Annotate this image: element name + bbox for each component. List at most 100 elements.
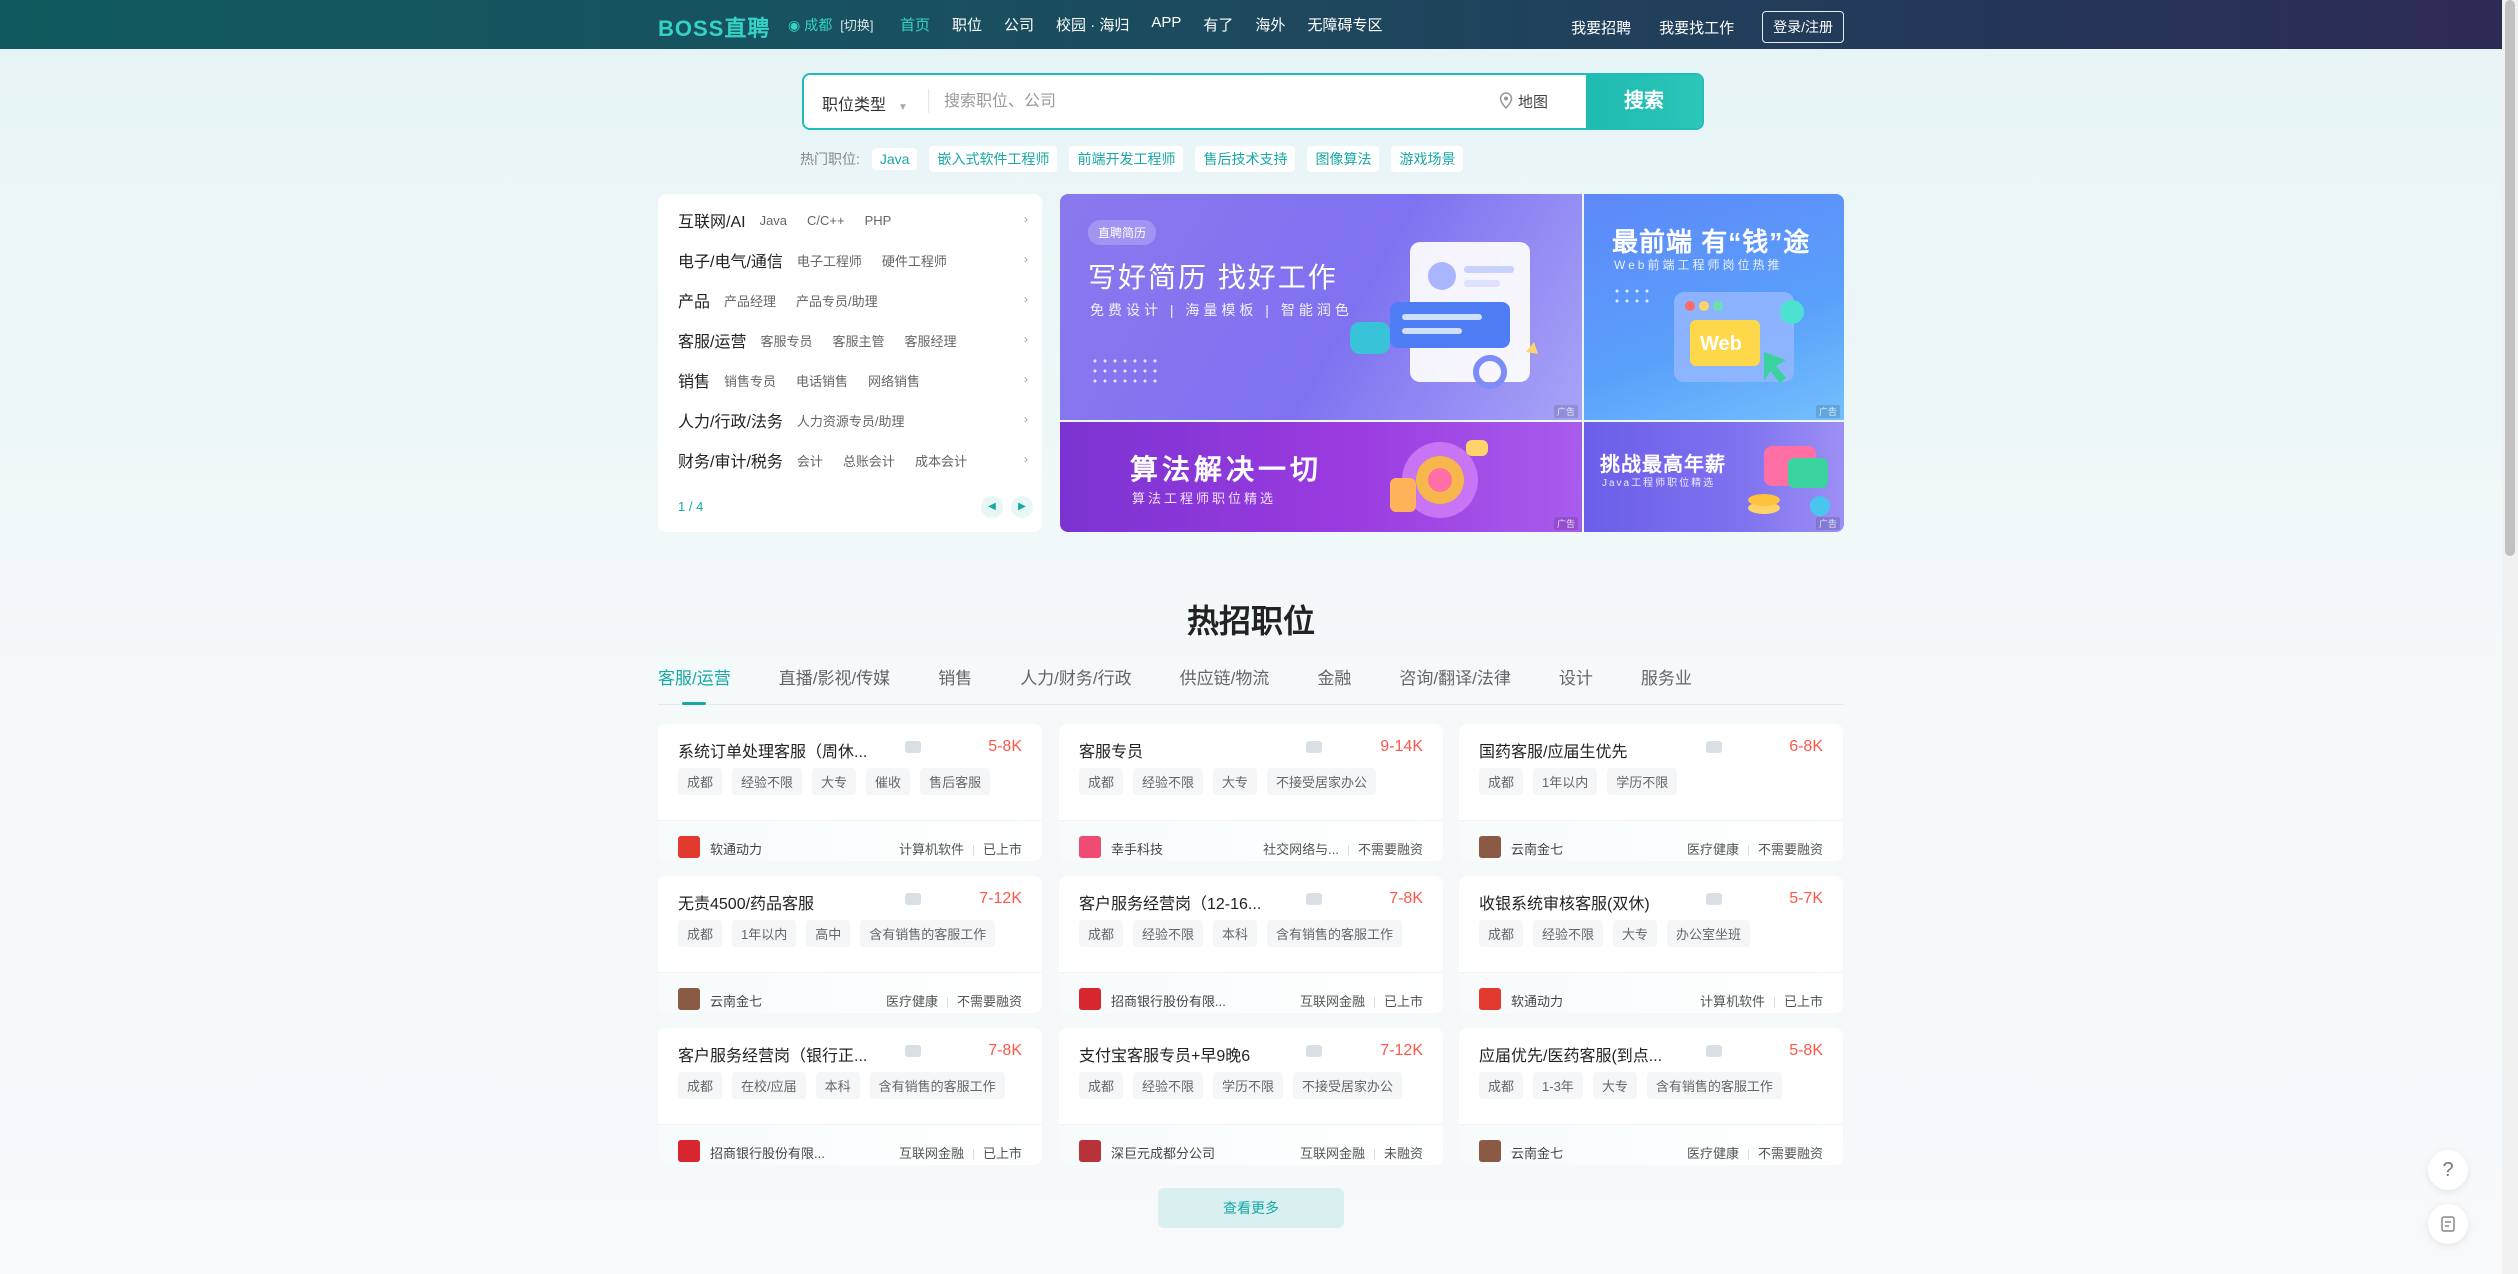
job-card[interactable]: 收银系统审核客服(双休) 5-7K 成都 经验不限 大专 办公室坐班 软通动力 计算机软件 已上… [1459,876,1843,1013]
job-card[interactable]: 支付宝客服专员+早9晚6 7-12K 成都 经验不限 学历不限 不接受居家办公 深巨元成都分… [1059,1028,1443,1165]
company-name[interactable]: 软通动力 [710,839,762,858]
category-row-hr[interactable]: 人力/行政/法务 人力资源专员/助理 › [678,408,1028,432]
nav-link-app[interactable]: APP [1151,14,1181,35]
map-button[interactable]: 地图 [1498,91,1548,112]
company-name[interactable]: 招商银行股份有限... [710,1143,825,1162]
category-main[interactable]: 财务/审计/税务 [678,448,783,472]
hot-tag[interactable]: 图像算法 [1307,146,1380,172]
category-main[interactable]: 销售 [678,368,710,392]
company-name[interactable]: 云南金七 [1511,1143,1563,1162]
company-name[interactable]: 幸手科技 [1111,839,1163,858]
chat-icon[interactable] [1306,741,1322,753]
hot-tag[interactable]: Java [871,148,918,170]
nav-link-jobs[interactable]: 职位 [952,14,982,35]
find-job-link[interactable]: 我要找工作 [1659,17,1734,38]
feedback-button[interactable] [2428,1204,2468,1244]
job-title[interactable]: 客服专员 [1079,738,1294,762]
view-more-button[interactable]: 查看更多 [1158,1188,1344,1228]
search-input[interactable] [942,84,1466,120]
job-type-dropdown[interactable]: 职位类型 ▼ [822,91,908,115]
category-sub[interactable]: 网络销售 [868,371,920,390]
job-card[interactable]: 客服专员 9-14K 成都 经验不限 大专 不接受居家办公 幸手科技 社交网络与... 不需要融… [1059,724,1443,861]
hot-tag[interactable]: 售后技术支持 [1195,146,1296,172]
city-selector[interactable]: ◉ 成都 [切换] [788,15,873,35]
prev-page-button[interactable]: ◀ [981,496,1003,518]
chat-icon[interactable] [1706,741,1722,753]
company-name[interactable]: 云南金七 [710,991,762,1010]
category-sub[interactable]: 客服主管 [832,331,884,350]
tab-services[interactable]: 服务业 [1641,664,1692,704]
job-card[interactable]: 客户服务经营岗（银行正... 7-8K 成都 在校/应届 本科 含有销售的客服工作 招商银行… [658,1028,1042,1165]
nav-link-campus[interactable]: 校园 · 海归 [1056,14,1129,35]
category-sub[interactable]: 产品经理 [724,291,776,310]
job-card[interactable]: 客户服务经营岗（12-16... 7-8K 成都 经验不限 本科 含有销售的客服工作 招商银… [1059,876,1443,1013]
help-button[interactable]: ? [2428,1150,2468,1190]
category-sub[interactable]: 电子工程师 [797,251,862,270]
category-main[interactable]: 人力/行政/法务 [678,408,783,432]
job-card[interactable]: 无责4500/药品客服 7-12K 成都 1年以内 高中 含有销售的客服工作 云南金七 医疗健… [658,876,1042,1013]
category-main[interactable]: 互联网/AI [678,208,746,232]
category-sub[interactable]: 硬件工程师 [882,251,947,270]
category-sub[interactable]: Java [760,213,787,228]
category-sub[interactable]: 客服经理 [904,331,956,350]
search-button[interactable]: 搜索 [1586,75,1702,128]
category-sub[interactable]: 销售专员 [724,371,776,390]
chat-icon[interactable] [905,1045,921,1057]
company-name[interactable]: 招商银行股份有限... [1111,991,1226,1010]
chat-icon[interactable] [1306,893,1322,905]
company-logo[interactable] [1479,836,1501,858]
category-row-internet[interactable]: 互联网/AI Java C/C++ PHP › [678,208,1028,232]
banner-salary[interactable]: 挑战最高年薪 Java工程师职位精选 广告 [1584,422,1844,532]
category-sub[interactable]: 成本会计 [915,451,967,470]
company-name[interactable]: 深巨元成都分公司 [1111,1143,1215,1162]
category-sub[interactable]: 电话销售 [796,371,848,390]
company-name[interactable]: 云南金七 [1511,839,1563,858]
category-row-electronics[interactable]: 电子/电气/通信 电子工程师 硬件工程师 › [678,248,1028,272]
nav-link-home[interactable]: 首页 [900,14,930,35]
category-sub[interactable]: 会计 [797,451,823,470]
tab-customer-service[interactable]: 客服/运营 [658,664,731,705]
banner-algorithm[interactable]: 算法解决一切 算法工程师职位精选 广告 [1060,422,1582,532]
category-sub[interactable]: 人力资源专员/助理 [797,411,905,430]
job-title[interactable]: 客户服务经营岗（银行正... [678,1042,893,1066]
tab-finance[interactable]: 金融 [1317,664,1351,704]
company-logo[interactable] [678,988,700,1010]
nav-link-overseas[interactable]: 海外 [1255,14,1285,35]
tab-supply-chain[interactable]: 供应链/物流 [1180,664,1270,704]
category-main[interactable]: 产品 [678,288,710,312]
category-row-finance[interactable]: 财务/审计/税务 会计 总账会计 成本会计 › [678,448,1028,472]
company-logo[interactable] [1079,836,1101,858]
job-title[interactable]: 支付宝客服专员+早9晚6 [1079,1042,1294,1066]
next-page-button[interactable]: ▶ [1011,496,1033,518]
job-title[interactable]: 国药客服/应届生优先 [1479,738,1694,762]
tab-design[interactable]: 设计 [1559,664,1593,704]
nav-link-accessibility[interactable]: 无障碍专区 [1307,14,1382,35]
hot-tag[interactable]: 游戏场景 [1391,146,1464,172]
tab-media[interactable]: 直播/影视/传媒 [779,664,890,704]
company-logo[interactable] [1079,1140,1101,1162]
nav-link-companies[interactable]: 公司 [1004,14,1034,35]
site-logo[interactable]: BOSS直聘 [658,11,770,43]
category-main[interactable]: 客服/运营 [678,328,746,352]
tab-hr-finance[interactable]: 人力/财务/行政 [1020,664,1131,704]
chat-icon[interactable] [1706,893,1722,905]
job-card[interactable]: 系统订单处理客服（周休... 5-8K 成都 经验不限 大专 催收 售后客服 软通动力 计算机软… [658,724,1042,861]
category-sub[interactable]: 总账会计 [843,451,895,470]
category-sub[interactable]: 产品专员/助理 [796,291,878,310]
category-sub[interactable]: 客服专员 [760,331,812,350]
job-title[interactable]: 无责4500/药品客服 [678,890,893,914]
city-switch-link[interactable]: [切换] [840,18,873,33]
company-logo[interactable] [1479,988,1501,1010]
category-sub[interactable]: C/C++ [807,213,845,228]
page-scrollbar[interactable] [2502,0,2518,1274]
company-logo[interactable] [678,836,700,858]
job-title[interactable]: 系统订单处理客服（周休... [678,738,893,762]
chat-icon[interactable] [905,893,921,905]
login-button[interactable]: 登录/注册 [1762,11,1844,43]
category-row-product[interactable]: 产品 产品经理 产品专员/助理 › [678,288,1028,312]
job-title[interactable]: 应届优先/医药客服(到点... [1479,1042,1694,1066]
tab-sales[interactable]: 销售 [938,664,972,704]
company-logo[interactable] [678,1140,700,1162]
banner-resume[interactable]: 直聘简历 写好简历 找好工作 免费设计 | 海量模板 | 智能润色 广告 [1060,194,1582,420]
category-row-sales[interactable]: 销售 销售专员 电话销售 网络销售 › [678,368,1028,392]
